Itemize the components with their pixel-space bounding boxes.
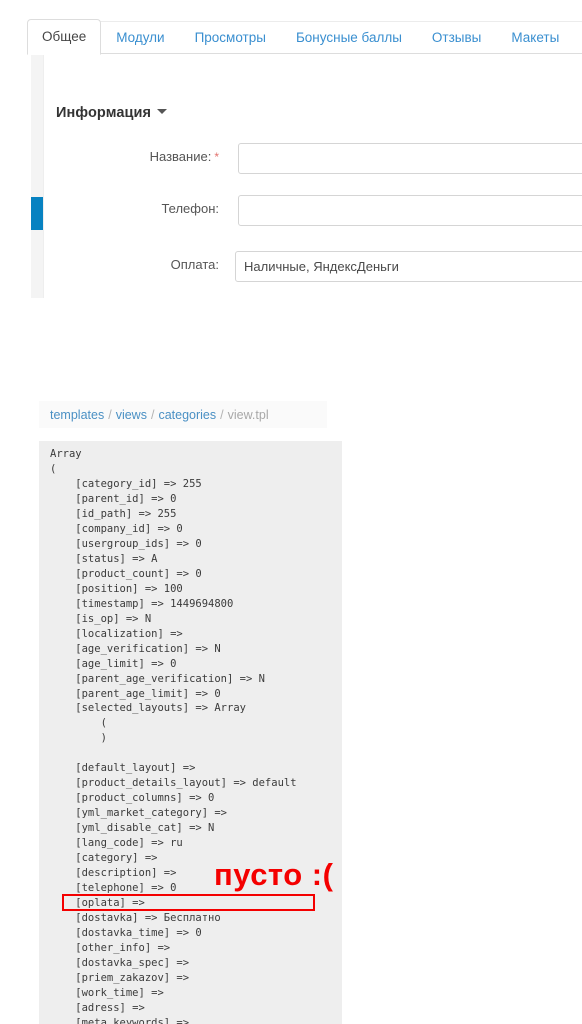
scrollbar-thumb[interactable] <box>31 197 43 230</box>
annotation-label-pusto: пусто :( <box>214 857 334 892</box>
breadcrumb-separator: / <box>220 407 224 422</box>
breadcrumb-item-categories[interactable]: categories <box>158 408 216 422</box>
breadcrumb-item-views[interactable]: views <box>116 408 147 422</box>
field-label-phone: Телефон: <box>56 201 219 216</box>
tab-moduli[interactable]: Модули <box>101 20 179 55</box>
form-row-phone: Телефон: <box>56 195 582 229</box>
breadcrumb: templates / views / categories / view.tp… <box>39 401 327 428</box>
breadcrumb-separator: / <box>108 407 112 422</box>
php-print-r-dump: Array ( [category_id] => 255 [parent_id]… <box>39 441 342 1024</box>
tab-label: Отзывы <box>431 30 482 45</box>
tab-label: Модули <box>116 30 165 45</box>
panel-vertical-scrollbar[interactable] <box>31 23 44 298</box>
section-title: Информация <box>56 105 152 121</box>
breadcrumb-separator: / <box>150 407 155 422</box>
label-text: Оплата: <box>170 257 219 272</box>
dump-text: Array ( [category_id] => 255 [parent_id]… <box>50 448 297 1024</box>
label-text: Название: <box>149 149 212 164</box>
tab-makety[interactable]: Макеты <box>496 20 574 55</box>
form-row-payment: Оплата: <box>56 251 582 285</box>
phone-input[interactable] <box>238 195 582 226</box>
field-label-name: Название: * <box>56 149 219 164</box>
tab-label: Бонусные баллы <box>295 30 402 45</box>
tab-prosmotry[interactable]: Просмотры <box>180 20 281 55</box>
tab-obshchee[interactable]: Общее <box>27 19 102 55</box>
tab-label: Макеты <box>511 30 560 45</box>
tab-bar: Общее Модули Просмотры Бонусные баллы От… <box>27 18 582 55</box>
payment-input[interactable] <box>235 251 582 282</box>
section-heading-informaciya[interactable]: Информация <box>56 105 168 121</box>
breadcrumb-item-templates[interactable]: templates <box>50 408 104 422</box>
tab-label: Общее <box>42 29 87 44</box>
tab-label: Просмотры <box>194 30 266 45</box>
annotation-highlight-box-oplata <box>62 894 315 911</box>
label-text: Телефон: <box>161 201 219 216</box>
breadcrumb-item-viewtpl: view.tpl <box>227 407 269 422</box>
tab-bonusnye-bally[interactable]: Бонусные баллы <box>281 20 417 55</box>
chevron-down-icon <box>157 109 168 114</box>
field-label-payment: Оплата: <box>56 257 219 272</box>
tab-otzyvy[interactable]: Отзывы <box>417 20 496 55</box>
form-row-name: Название: * <box>56 143 582 177</box>
required-marker: * <box>214 150 219 164</box>
name-input[interactable] <box>238 143 582 174</box>
